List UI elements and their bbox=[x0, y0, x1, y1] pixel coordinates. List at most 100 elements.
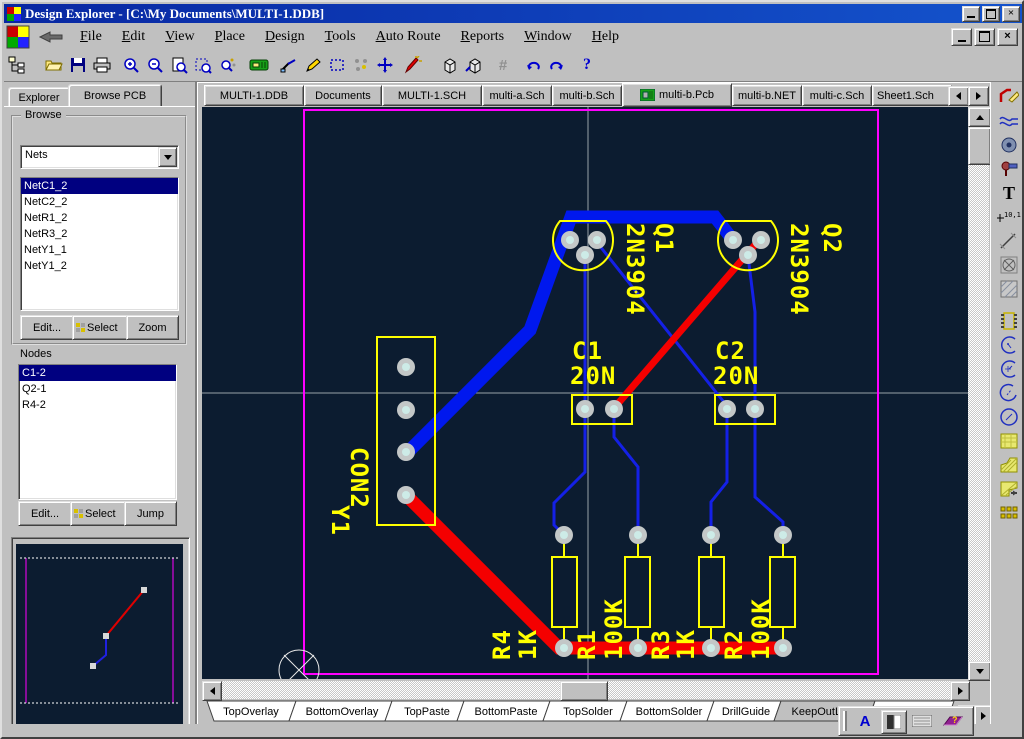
redo-icon[interactable] bbox=[545, 53, 569, 77]
place-split-plane-icon[interactable] bbox=[997, 478, 1021, 500]
zoom-area-icon[interactable] bbox=[191, 53, 215, 77]
node-list-item[interactable]: R4-2 bbox=[19, 397, 176, 413]
layer-color-icon[interactable] bbox=[881, 710, 907, 734]
place-fill-icon[interactable] bbox=[997, 430, 1021, 452]
pcb-canvas[interactable]: 2N3904 Q1 2N3904 Q2 C1 20N C2 20N CON2 Y… bbox=[202, 107, 968, 679]
help-icon[interactable]: ? bbox=[575, 53, 599, 77]
help-book-icon[interactable]: ? bbox=[939, 710, 967, 732]
layer-tab-bottomsolder[interactable]: BottomSolder bbox=[620, 701, 714, 721]
select-area-icon[interactable] bbox=[325, 53, 349, 77]
zoom-full-document-icon[interactable] bbox=[167, 53, 191, 77]
minimize-button[interactable] bbox=[962, 6, 980, 22]
zoom-selection-icon[interactable] bbox=[215, 53, 239, 77]
cursor-jump-icon[interactable] bbox=[373, 53, 397, 77]
menu-tools[interactable]: Tools bbox=[315, 27, 366, 47]
undo-icon[interactable] bbox=[521, 53, 545, 77]
nets-list[interactable]: NetC1_2 NetC2_2 NetR1_2 NetR3_2 NetY1_1 … bbox=[20, 177, 179, 311]
library-edit-icon[interactable] bbox=[462, 53, 486, 77]
place-via-icon[interactable] bbox=[997, 158, 1021, 180]
layer-tab-topsolder[interactable]: TopSolder bbox=[543, 701, 627, 721]
mdi-minimize-button[interactable] bbox=[951, 28, 972, 46]
horizontal-scrollbar[interactable] bbox=[202, 681, 968, 699]
menu-reports[interactable]: Reports bbox=[451, 27, 515, 47]
keyboard-icon[interactable] bbox=[909, 710, 935, 732]
library-browse-icon[interactable] bbox=[438, 53, 462, 77]
place-track-icon[interactable] bbox=[997, 86, 1021, 108]
menu-edit[interactable]: Edit bbox=[112, 27, 155, 47]
place-arc-angle-icon[interactable] bbox=[997, 382, 1021, 404]
net-select-button[interactable]: Select bbox=[72, 315, 131, 340]
scroll-down-button[interactable] bbox=[968, 661, 991, 681]
keepout-boundary[interactable] bbox=[304, 110, 878, 674]
nodes-list[interactable]: C1-2 Q2-1 R4-2 bbox=[18, 364, 177, 500]
place-pad-icon[interactable] bbox=[997, 134, 1021, 156]
place-pad-array-icon[interactable] bbox=[997, 502, 1021, 524]
doc-tab-scroll-left-button[interactable] bbox=[948, 86, 969, 106]
toolbar-grip[interactable] bbox=[843, 711, 847, 731]
doc-tab-multia-sch[interactable]: multi-a.Sch bbox=[482, 85, 552, 106]
restore-button[interactable] bbox=[982, 6, 1000, 22]
place-coordinate-icon[interactable]: 10,10 bbox=[997, 206, 1021, 228]
place-room-icon[interactable] bbox=[997, 254, 1021, 276]
place-polygon-plane-icon[interactable] bbox=[997, 454, 1021, 476]
mdi-restore-button[interactable] bbox=[974, 28, 995, 46]
title-bar[interactable]: Design Explorer - [C:\My Documents\MULTI… bbox=[4, 4, 1022, 23]
net-list-item[interactable]: NetY1_1 bbox=[21, 242, 178, 258]
net-list-item[interactable]: NetC1_2 bbox=[21, 178, 178, 194]
menu-window[interactable]: Window bbox=[514, 27, 582, 47]
node-list-item[interactable]: C1-2 bbox=[19, 365, 176, 381]
explorer-panel-toggle-icon[interactable] bbox=[5, 53, 29, 77]
layer-tab-toppaste[interactable]: TopPaste bbox=[385, 701, 464, 721]
doc-tab-multib-net[interactable]: multi-b.NET bbox=[732, 85, 802, 106]
browse-components-icon[interactable] bbox=[247, 53, 271, 77]
menu-place[interactable]: Place bbox=[205, 27, 255, 47]
close-button[interactable]: × bbox=[1002, 6, 1020, 22]
layer-tab-bottomoverlay[interactable]: BottomOverlay bbox=[289, 701, 392, 721]
layer-tab-bottompaste[interactable]: BottomPaste bbox=[457, 701, 550, 721]
doc-tab-multib-pcb[interactable]: multi-b.Pcb bbox=[622, 83, 732, 107]
place-arc-center-icon[interactable] bbox=[997, 358, 1021, 380]
snap-grid-icon[interactable]: # bbox=[491, 53, 515, 77]
menu-help[interactable]: Help bbox=[582, 27, 629, 47]
mdi-close-button[interactable]: × bbox=[997, 28, 1018, 46]
doc-tab-multi1ddb[interactable]: MULTI-1.DDB bbox=[204, 85, 304, 106]
minimap[interactable] bbox=[16, 544, 183, 724]
menu-view[interactable]: View bbox=[155, 27, 205, 47]
doc-tab-documents[interactable]: Documents bbox=[304, 85, 382, 106]
node-list-item[interactable]: Q2-1 bbox=[19, 381, 176, 397]
open-document-icon[interactable] bbox=[42, 53, 66, 77]
net-list-item[interactable]: NetC2_2 bbox=[21, 194, 178, 210]
layer-tab-drillguide[interactable]: DrillGuide bbox=[707, 701, 781, 721]
horizontal-scroll-thumb[interactable] bbox=[560, 681, 608, 701]
move-item-icon[interactable] bbox=[349, 53, 373, 77]
print-icon[interactable] bbox=[90, 53, 114, 77]
place-component-icon[interactable] bbox=[997, 310, 1021, 332]
doc-tab-multic-sch[interactable]: multi-c.Sch bbox=[802, 85, 872, 106]
browse-mode-dropdown[interactable]: Nets bbox=[20, 145, 179, 169]
node-select-button[interactable]: Select bbox=[70, 501, 129, 526]
net-list-item[interactable]: NetR3_2 bbox=[21, 226, 178, 242]
doc-tab-scroll-right-button[interactable] bbox=[968, 86, 989, 106]
place-string-icon[interactable]: T bbox=[997, 182, 1021, 204]
mini-toolbar[interactable]: A ? bbox=[838, 706, 974, 736]
place-full-circle-icon[interactable] bbox=[997, 406, 1021, 428]
tab-browse-pcb[interactable]: Browse PCB bbox=[68, 84, 162, 107]
vertical-scroll-thumb[interactable] bbox=[968, 127, 991, 165]
zoom-in-icon[interactable] bbox=[119, 53, 143, 77]
vertical-scrollbar[interactable] bbox=[968, 107, 989, 679]
node-jump-button[interactable]: Jump bbox=[124, 501, 177, 526]
menu-auto-route[interactable]: Auto Route bbox=[366, 27, 451, 47]
wizard-icon[interactable] bbox=[401, 53, 425, 77]
menu-design[interactable]: Design bbox=[255, 27, 315, 47]
place-arc-edge-icon[interactable] bbox=[997, 334, 1021, 356]
tab-explorer[interactable]: Explorer bbox=[8, 87, 70, 107]
scroll-right-button[interactable] bbox=[950, 681, 970, 701]
scroll-left-button[interactable] bbox=[202, 681, 222, 701]
wiring-tools-icon[interactable] bbox=[277, 53, 301, 77]
string-tool-icon[interactable]: A bbox=[853, 710, 877, 732]
drawing-tools-icon[interactable] bbox=[301, 53, 325, 77]
place-curves-icon[interactable] bbox=[997, 110, 1021, 132]
node-edit-button[interactable]: Edit... bbox=[18, 501, 72, 526]
doc-tab-multib-sch[interactable]: multi-b.Sch bbox=[552, 85, 622, 106]
net-list-item[interactable]: NetY1_2 bbox=[21, 258, 178, 274]
